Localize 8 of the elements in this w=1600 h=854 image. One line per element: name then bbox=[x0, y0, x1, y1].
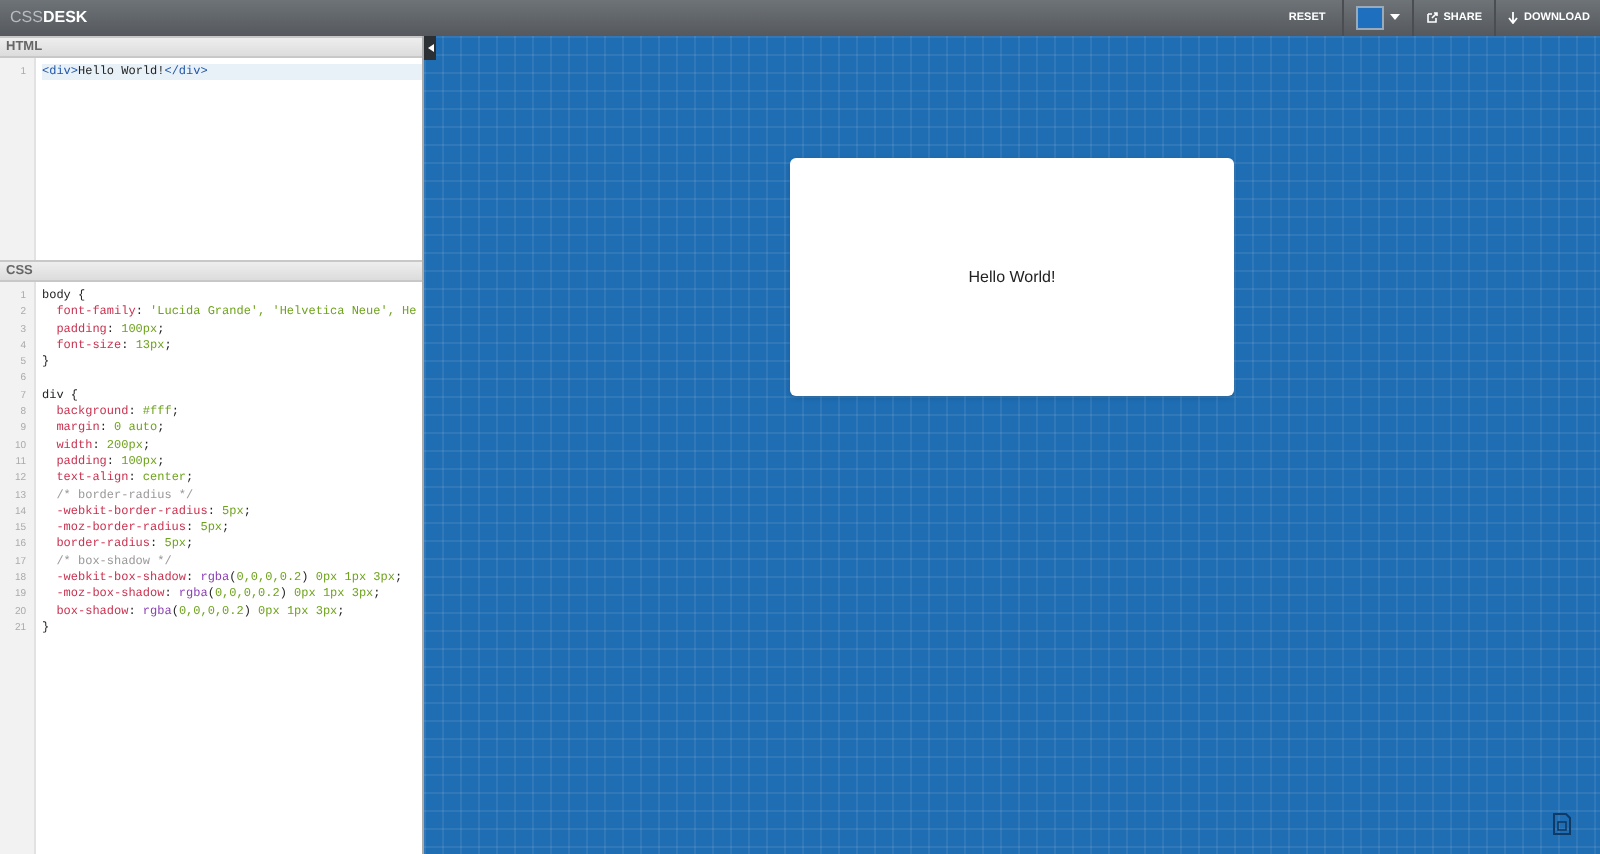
preview-text: Hello World! bbox=[968, 265, 1056, 289]
page-icon bbox=[1552, 812, 1572, 836]
collapse-handle[interactable] bbox=[424, 36, 436, 60]
logo-text: DESK bbox=[42, 6, 88, 30]
share-icon bbox=[1425, 12, 1438, 24]
caret-icon bbox=[1389, 14, 1400, 22]
download-icon bbox=[1508, 12, 1518, 24]
logo-text: CSS bbox=[10, 6, 43, 30]
